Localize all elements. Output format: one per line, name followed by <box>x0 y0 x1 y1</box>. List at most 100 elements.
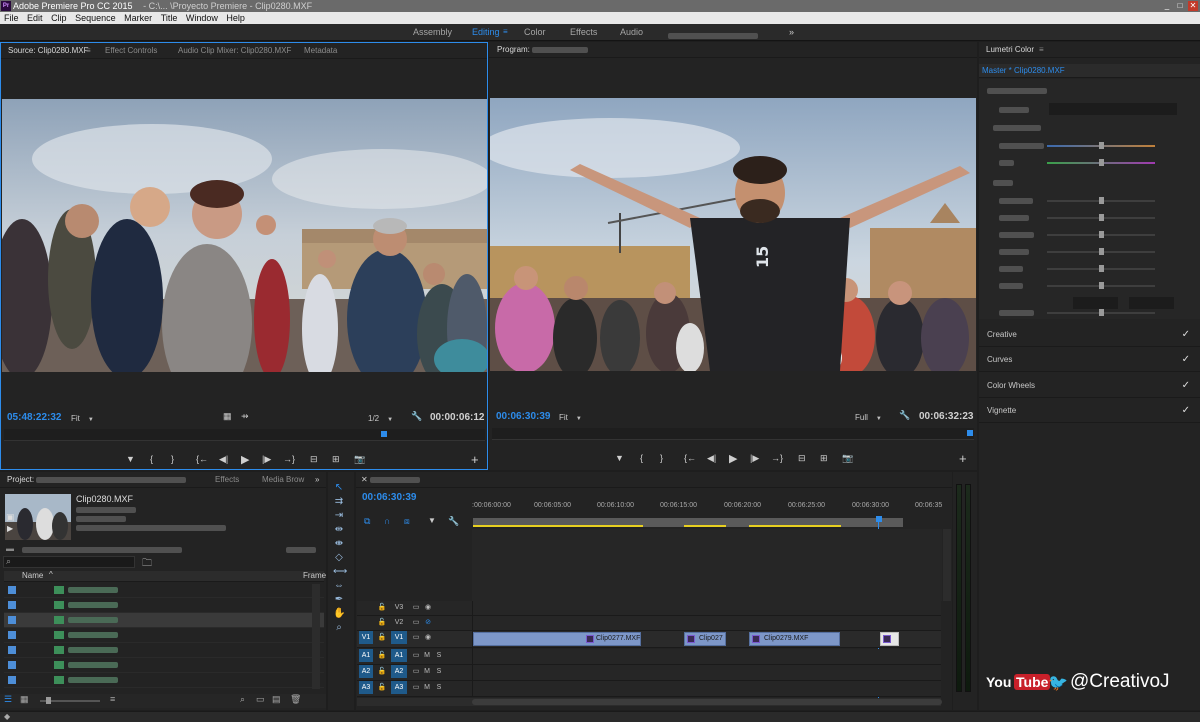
highlights-slider[interactable] <box>1047 231 1155 238</box>
timeline-scroll-thumb[interactable] <box>472 699 942 705</box>
source-play-button[interactable]: ▶ <box>241 453 249 466</box>
hand-tool-icon[interactable]: ✋ <box>333 608 345 620</box>
tab-media-browser[interactable]: Media Brow <box>262 472 304 488</box>
program-step-back-button[interactable]: ◀| <box>707 453 716 464</box>
sync-lock-icon[interactable]: ▭ <box>411 665 421 678</box>
timeline-clip-selected[interactable] <box>880 632 899 646</box>
project-overflow-icon[interactable]: » <box>315 472 319 488</box>
program-export-frame-icon[interactable]: 📷 <box>842 453 853 464</box>
timeline-settings-icon[interactable]: 🔧 <box>448 516 459 527</box>
tab-effects[interactable]: Effects <box>215 472 239 488</box>
auto-button[interactable] <box>1129 297 1174 309</box>
timeline-scrollbar-v[interactable] <box>943 529 951 601</box>
timeline-clip[interactable]: Clip027 <box>684 632 726 646</box>
lock-icon[interactable]: 🔓 <box>377 601 387 614</box>
rolling-edit-tool-icon[interactable]: ⇹ <box>333 524 345 536</box>
source-drag-audio-icon[interactable]: ⇸ <box>241 411 249 422</box>
list-item-selected[interactable] <box>4 613 324 628</box>
menu-file[interactable]: File <box>4 13 19 23</box>
lumetri-section-vignette[interactable]: Vignette ✓ <box>979 398 1200 423</box>
zoom-tool-icon[interactable]: ⌕ <box>333 622 345 634</box>
solo-button[interactable]: S <box>435 681 443 694</box>
track-v2[interactable]: 🔓 V2 ▭ ⊘ <box>357 616 941 631</box>
source-patch-a3[interactable]: A3 <box>359 681 373 694</box>
curves-check-icon[interactable]: ✓ <box>1182 347 1190 372</box>
source-button-editor-icon[interactable]: + <box>471 452 479 467</box>
program-button-editor-icon[interactable]: + <box>959 451 967 466</box>
timeline-scrollbar-h[interactable] <box>357 698 942 706</box>
selection-tool-icon[interactable]: ↖ <box>333 482 345 494</box>
new-bin-icon[interactable]: ▭ <box>256 694 265 705</box>
zoom-slider[interactable] <box>40 697 100 704</box>
list-item[interactable] <box>4 583 324 598</box>
tab-program[interactable]: Program: <box>497 42 589 58</box>
track-select-tool-icon[interactable]: ⇉ <box>333 496 345 508</box>
eye-icon[interactable]: ◉ <box>423 631 433 644</box>
program-settings-icon[interactable]: 🔧 <box>899 410 910 421</box>
program-step-forward-button[interactable]: |▶ <box>750 453 759 464</box>
track-v1-label[interactable]: V1 <box>391 631 407 644</box>
menu-clip[interactable]: Clip <box>51 13 67 23</box>
program-lift-button[interactable]: ⊟ <box>798 453 806 464</box>
source-insert-button[interactable]: ⊟ <box>310 454 318 465</box>
add-marker-icon[interactable]: ▼ <box>428 516 436 525</box>
list-view-icon[interactable]: ☰ <box>4 694 12 705</box>
tab-project[interactable]: Project: <box>7 472 187 488</box>
source-fit-dropdown[interactable]: Fit <box>71 414 94 423</box>
source-drag-video-icon[interactable]: ▦ <box>223 411 232 422</box>
sync-lock-icon[interactable]: ▭ <box>411 616 421 629</box>
pen-tool-icon[interactable]: ✒ <box>333 594 345 606</box>
program-go-to-out-button[interactable]: →} <box>771 453 783 463</box>
list-item[interactable] <box>4 643 324 658</box>
source-add-marker-button[interactable]: ▼ <box>126 454 135 464</box>
solo-button[interactable]: S <box>435 649 443 662</box>
mute-button[interactable]: M <box>423 681 431 694</box>
tab-sequence[interactable] <box>370 472 420 488</box>
contrast-slider[interactable] <box>1047 214 1155 221</box>
sync-lock-icon[interactable]: ▭ <box>411 601 421 614</box>
source-playhead[interactable] <box>381 431 387 437</box>
tab-audio-clip-mixer[interactable]: Audio Clip Mixer: Clip0280.MXF <box>178 43 291 59</box>
program-mark-out-button[interactable]: } <box>660 453 663 463</box>
lumetri-section-creative[interactable]: Creative ✓ <box>979 322 1200 347</box>
trash-icon[interactable]: 🗑 <box>290 694 301 705</box>
lumetri-section-curves[interactable]: Curves ✓ <box>979 347 1200 372</box>
tab-lumetri-color[interactable]: Lumetri Color <box>986 42 1034 58</box>
sort-icons-icon[interactable]: ≡ <box>110 694 115 704</box>
tab-metadata[interactable]: Metadata <box>304 43 337 59</box>
list-item[interactable] <box>4 673 324 688</box>
source-step-forward-button[interactable]: |▶ <box>262 454 271 465</box>
thumbnail-play-icon[interactable]: ▶ <box>7 524 13 533</box>
source-mark-in-button[interactable]: { <box>150 454 153 464</box>
nest-toggle-icon[interactable]: ⧉ <box>364 516 370 527</box>
source-video-frame[interactable] <box>2 99 487 372</box>
list-item[interactable] <box>4 628 324 643</box>
razor-tool-icon[interactable]: ◇ <box>333 552 345 564</box>
workspace-editing[interactable]: Editing <box>472 27 500 37</box>
solo-button[interactable]: S <box>435 665 443 678</box>
lock-icon[interactable]: 🔓 <box>377 681 387 694</box>
source-patch-a1[interactable]: A1 <box>359 649 373 662</box>
timeline-clip[interactable]: Clip0277.MXF <box>473 632 641 646</box>
lock-icon[interactable]: 🔓 <box>377 616 387 629</box>
minimize-icon[interactable]: _ <box>1162 1 1172 11</box>
timeline-playhead-head[interactable] <box>876 516 882 522</box>
program-time-ruler[interactable] <box>492 428 974 440</box>
input-lut-dropdown[interactable] <box>1049 103 1177 115</box>
sync-lock-icon[interactable]: ▭ <box>411 631 421 644</box>
lumetri-section-color-wheels[interactable]: Color Wheels ✓ <box>979 373 1200 398</box>
mute-button[interactable]: M <box>423 665 431 678</box>
close-sequence-icon[interactable]: ✕ <box>361 472 368 488</box>
menu-title[interactable]: Title <box>161 13 178 23</box>
linked-selection-icon[interactable]: ⧈ <box>404 516 410 527</box>
source-go-to-in-button[interactable]: {← <box>196 454 208 464</box>
track-a1[interactable]: A1 🔓 A1 ▭ M S <box>357 649 941 665</box>
lock-icon[interactable]: 🔓 <box>377 665 387 678</box>
find-icon[interactable]: ⌕ <box>240 694 245 705</box>
whites-slider[interactable] <box>1047 265 1155 272</box>
workspace-menu-icon[interactable]: ≡ <box>503 27 508 36</box>
blacks-slider[interactable] <box>1047 282 1155 289</box>
vignette-check-icon[interactable]: ✓ <box>1182 398 1190 423</box>
project-scrollbar[interactable] <box>312 584 320 689</box>
program-mark-in-button[interactable]: { <box>640 453 643 463</box>
